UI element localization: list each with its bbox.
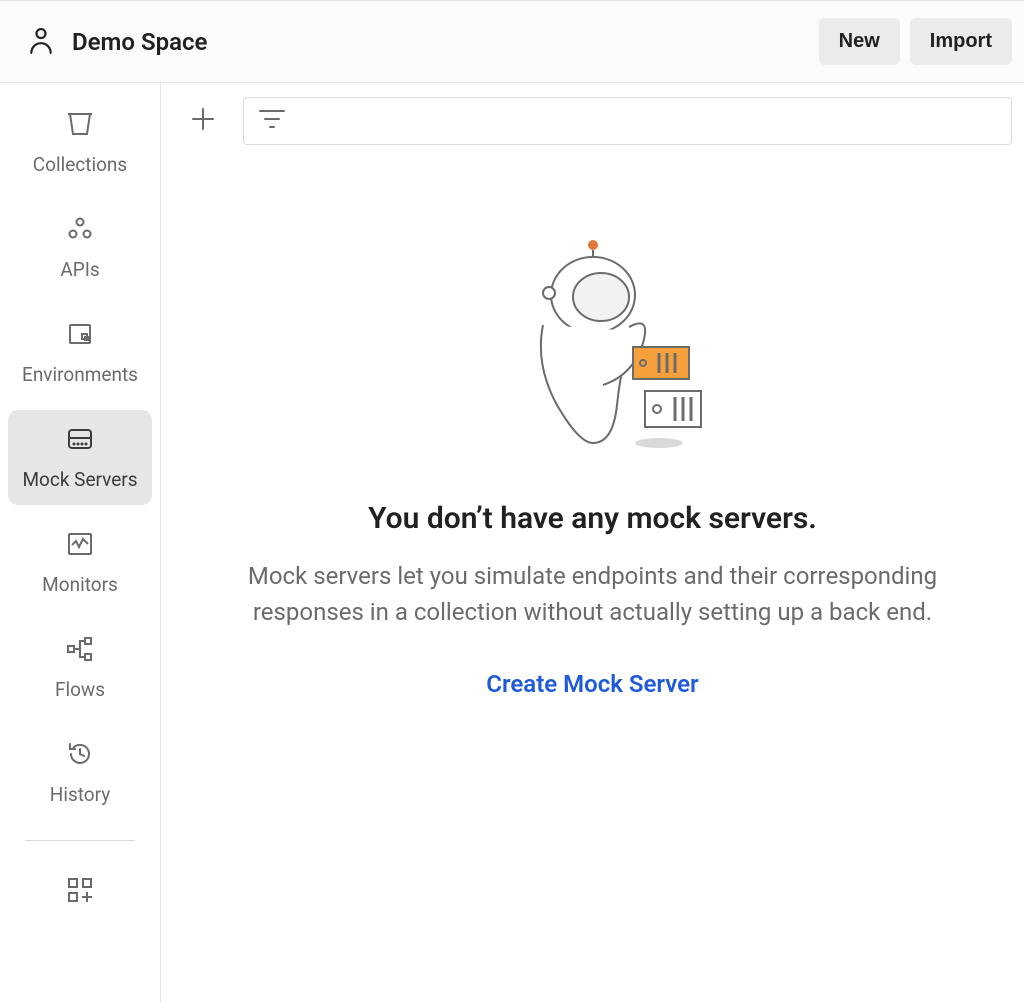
sidebar-item-monitors[interactable]: Monitors <box>8 515 152 610</box>
sidebar-item-mock-servers[interactable]: Mock Servers <box>8 410 152 505</box>
sidebar-item-label: Monitors <box>42 573 118 596</box>
sidebar-item-apis[interactable]: APIs <box>8 200 152 295</box>
empty-state-title: You don’t have any mock servers. <box>368 501 817 536</box>
filter-bar[interactable] <box>243 97 1012 145</box>
sidebar-item-label: Flows <box>55 678 105 701</box>
filter-icon <box>258 107 286 135</box>
grid-add-icon <box>65 875 95 909</box>
import-button[interactable]: Import <box>910 18 1012 65</box>
sidebar-item-history[interactable]: History <box>8 725 152 820</box>
new-button[interactable]: New <box>819 18 900 65</box>
monitors-icon <box>65 529 95 559</box>
sidebar-item-label: History <box>50 783 110 806</box>
mock-servers-icon <box>65 424 95 454</box>
sidebar-item-flows[interactable]: Flows <box>8 620 152 715</box>
sidebar-item-environments[interactable]: Environments <box>8 305 152 400</box>
user-icon[interactable] <box>28 26 54 58</box>
environments-icon <box>65 319 95 349</box>
create-mock-server-link[interactable]: Create Mock Server <box>486 670 698 698</box>
sidebar-item-label: Environments <box>22 363 138 386</box>
filter-input[interactable] <box>298 111 997 132</box>
sidebar-item-label: Collections <box>33 153 127 176</box>
sidebar-configure-button[interactable] <box>8 865 152 919</box>
main-panel: You don’t have any mock servers. Mock se… <box>161 83 1024 1002</box>
app-body: Collections APIs Environments <box>0 83 1024 1002</box>
sidebar-item-collections[interactable]: Collections <box>8 95 152 190</box>
sidebar-item-label: Mock Servers <box>22 468 137 491</box>
history-icon <box>65 739 95 769</box>
flows-icon <box>65 634 95 664</box>
workspace-title[interactable]: Demo Space <box>72 28 207 56</box>
create-new-button[interactable] <box>185 103 221 139</box>
header-right: New Import <box>819 18 1012 65</box>
empty-state: You don’t have any mock servers. Mock se… <box>161 145 1024 1002</box>
collections-icon <box>65 109 95 139</box>
app-header: Demo Space New Import <box>0 0 1024 83</box>
empty-state-description: Mock servers let you simulate endpoints … <box>208 558 978 630</box>
plus-icon <box>190 106 216 136</box>
sidebar-item-label: APIs <box>60 258 99 281</box>
sidebar-divider <box>25 840 135 841</box>
header-left: Demo Space <box>28 26 207 58</box>
apis-icon <box>65 214 95 244</box>
empty-state-illustration <box>483 235 703 455</box>
sidebar: Collections APIs Environments <box>0 83 161 1002</box>
toolbar <box>161 83 1024 145</box>
